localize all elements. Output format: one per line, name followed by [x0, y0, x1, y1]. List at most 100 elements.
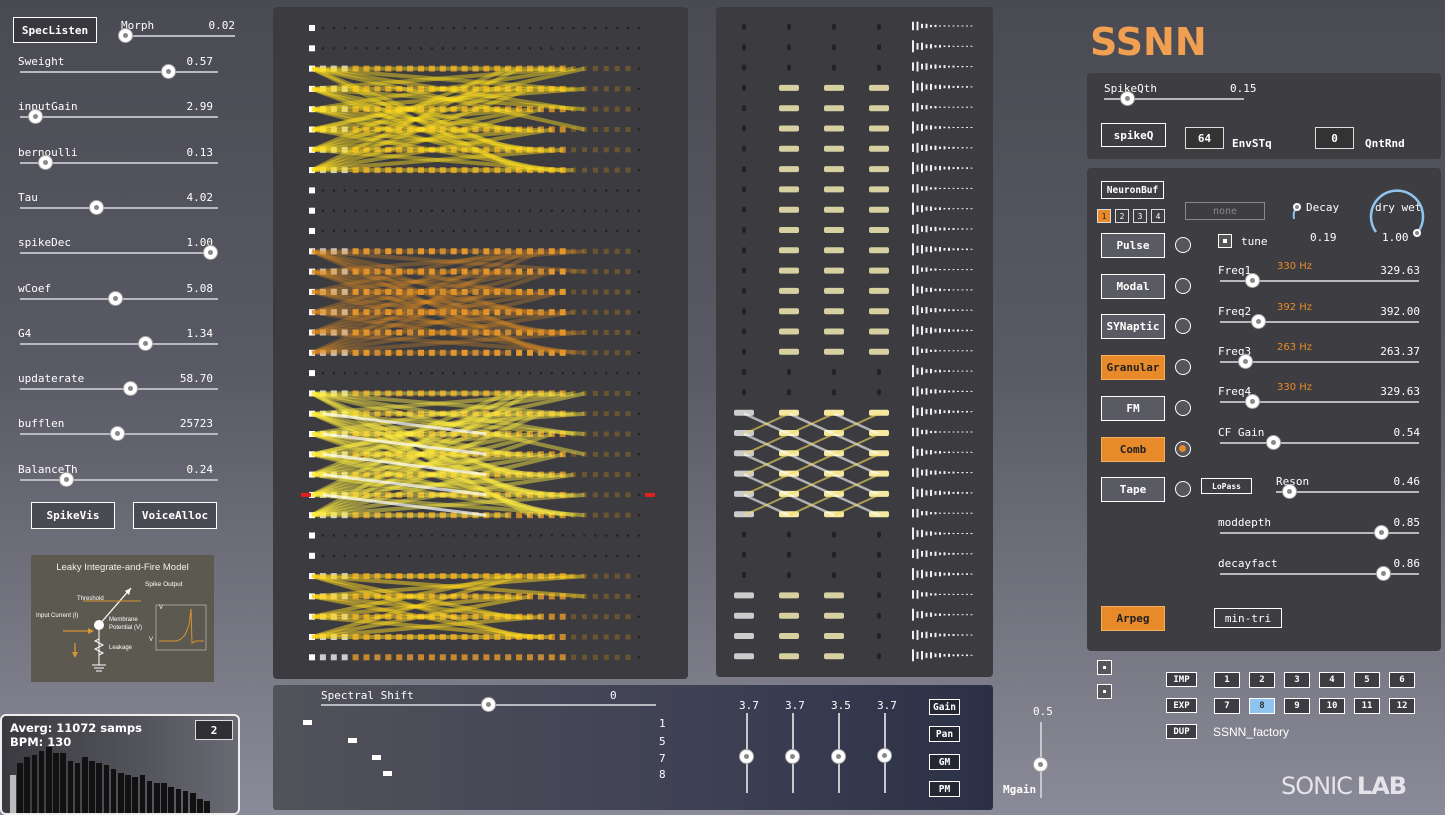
- spikeq-button[interactable]: spikeQ: [1101, 123, 1166, 147]
- synaptic-button[interactable]: SYNaptic: [1101, 314, 1165, 340]
- wcoef-knob[interactable]: [108, 290, 123, 306]
- moddepth-track[interactable]: [1220, 532, 1419, 534]
- reson-knob[interactable]: [1282, 484, 1298, 499]
- envstq-box[interactable]: 64: [1185, 127, 1224, 149]
- duplicate-button[interactable]: DUP: [1166, 724, 1197, 739]
- updaterate-knob[interactable]: [123, 381, 139, 397]
- preset-7[interactable]: 7: [1214, 698, 1240, 714]
- preset-3[interactable]: 3: [1284, 672, 1310, 688]
- freq1-knob[interactable]: [1245, 273, 1261, 288]
- fader-knob-2[interactable]: [785, 749, 800, 764]
- preset-12[interactable]: 12: [1389, 698, 1415, 714]
- freq2-track[interactable]: [1220, 321, 1419, 323]
- bernoulli-knob[interactable]: [37, 154, 53, 170]
- matrix-cell: [507, 229, 510, 233]
- spikeqth-knob[interactable]: [1120, 91, 1135, 106]
- qntrnd-box[interactable]: 0: [1315, 127, 1354, 149]
- preset-10[interactable]: 10: [1319, 698, 1345, 714]
- fm-radio[interactable]: [1175, 399, 1191, 416]
- fader-knob-3[interactable]: [831, 749, 846, 764]
- granular-radio[interactable]: [1175, 359, 1191, 376]
- spikedec-knob[interactable]: [203, 245, 218, 261]
- inputgain-knob[interactable]: [28, 109, 44, 125]
- decayfact-knob[interactable]: [1375, 566, 1391, 581]
- matrix-cell: [637, 128, 641, 131]
- buffer-select[interactable]: none: [1185, 202, 1265, 220]
- stats-box[interactable]: 2: [195, 720, 233, 740]
- lopass-button[interactable]: LoPass: [1201, 478, 1252, 494]
- waveform-bar: [952, 370, 955, 372]
- bufflen-knob[interactable]: [109, 426, 125, 442]
- comb-radio[interactable]: [1175, 440, 1191, 457]
- speclisten-button[interactable]: SpecListen: [13, 17, 97, 43]
- matrix-cell: [343, 209, 346, 212]
- buffer-tab-3[interactable]: 3: [1133, 209, 1147, 223]
- inputgain-track[interactable]: [20, 116, 218, 119]
- min-tri-select[interactable]: min-tri: [1214, 608, 1282, 628]
- preset-11[interactable]: 11: [1354, 698, 1380, 714]
- preset-1[interactable]: 1: [1214, 672, 1240, 688]
- buffer-tab-4[interactable]: 4: [1151, 209, 1165, 223]
- gm-button[interactable]: GM: [929, 754, 960, 770]
- synaptic-radio[interactable]: [1175, 318, 1191, 335]
- arpeg-button[interactable]: Arpeg: [1101, 606, 1165, 631]
- preset-2[interactable]: 2: [1249, 672, 1275, 688]
- freq2-knob[interactable]: [1250, 314, 1266, 329]
- freq3-knob[interactable]: [1237, 354, 1253, 369]
- tune-toggle[interactable]: [1218, 234, 1232, 248]
- buffer-tab-1[interactable]: 1: [1097, 209, 1111, 223]
- cf-gain-knob[interactable]: [1265, 435, 1281, 450]
- preset-8[interactable]: 8: [1249, 698, 1275, 714]
- spike-matrix-panel: [273, 7, 688, 679]
- fm-button[interactable]: FM: [1101, 395, 1165, 421]
- pulse-button[interactable]: Pulse: [1101, 233, 1165, 258]
- mgain-knob[interactable]: [1033, 757, 1048, 772]
- cf-gain-track[interactable]: [1220, 442, 1419, 444]
- fader-knob-4[interactable]: [877, 748, 892, 763]
- spectral-shift-knob[interactable]: [481, 697, 496, 712]
- small-toggle-2[interactable]: [1097, 684, 1112, 699]
- neuron-node: [869, 348, 889, 355]
- granular-button[interactable]: Granular: [1101, 355, 1165, 381]
- matrix-cell: [625, 593, 631, 599]
- neuronbuf-button[interactable]: NeuronBuf: [1101, 181, 1164, 199]
- modal-button[interactable]: Modal: [1101, 273, 1165, 299]
- sweight-knob[interactable]: [161, 64, 177, 79]
- g4-track[interactable]: [20, 342, 218, 345]
- tape-radio[interactable]: [1175, 481, 1191, 498]
- pulse-radio[interactable]: [1175, 237, 1191, 253]
- preset-4[interactable]: 4: [1319, 672, 1345, 688]
- export-button[interactable]: EXP: [1166, 698, 1197, 713]
- freq4-knob[interactable]: [1245, 394, 1261, 409]
- morph-track[interactable]: [120, 35, 235, 37]
- tau-track[interactable]: [20, 206, 218, 209]
- tau-knob[interactable]: [89, 199, 104, 215]
- balanceth-track[interactable]: [20, 478, 218, 481]
- updaterate-track[interactable]: [20, 388, 218, 391]
- preset-5[interactable]: 5: [1354, 672, 1380, 688]
- spikevis-button[interactable]: SpikeVis: [31, 502, 115, 529]
- waveform-bar: [966, 66, 968, 68]
- matrix-cell: [332, 26, 335, 30]
- balanceth-knob[interactable]: [58, 471, 74, 487]
- modal-radio[interactable]: [1175, 277, 1191, 294]
- pan-button[interactable]: Pan: [929, 726, 960, 742]
- neuron-node: [742, 308, 746, 315]
- small-toggle-1[interactable]: [1097, 660, 1112, 675]
- moddepth-knob[interactable]: [1373, 525, 1389, 540]
- sweight-track[interactable]: [20, 71, 218, 73]
- fader-knob-1[interactable]: [739, 749, 754, 764]
- voicealloc-button[interactable]: VoiceAlloc: [133, 502, 217, 529]
- preset-9[interactable]: 9: [1284, 698, 1310, 714]
- reson-track[interactable]: [1276, 491, 1419, 493]
- buffer-tab-2[interactable]: 2: [1115, 209, 1129, 223]
- g4-knob[interactable]: [138, 335, 154, 351]
- morph-knob[interactable]: [118, 28, 133, 43]
- preset-6[interactable]: 6: [1389, 672, 1415, 688]
- pm-button[interactable]: PM: [929, 781, 960, 797]
- spikedec-track[interactable]: [20, 252, 218, 255]
- comb-button[interactable]: Comb: [1101, 436, 1165, 462]
- tape-button[interactable]: Tape: [1101, 477, 1165, 503]
- import-button[interactable]: IMP: [1166, 672, 1197, 687]
- gain-button[interactable]: Gain: [929, 699, 960, 715]
